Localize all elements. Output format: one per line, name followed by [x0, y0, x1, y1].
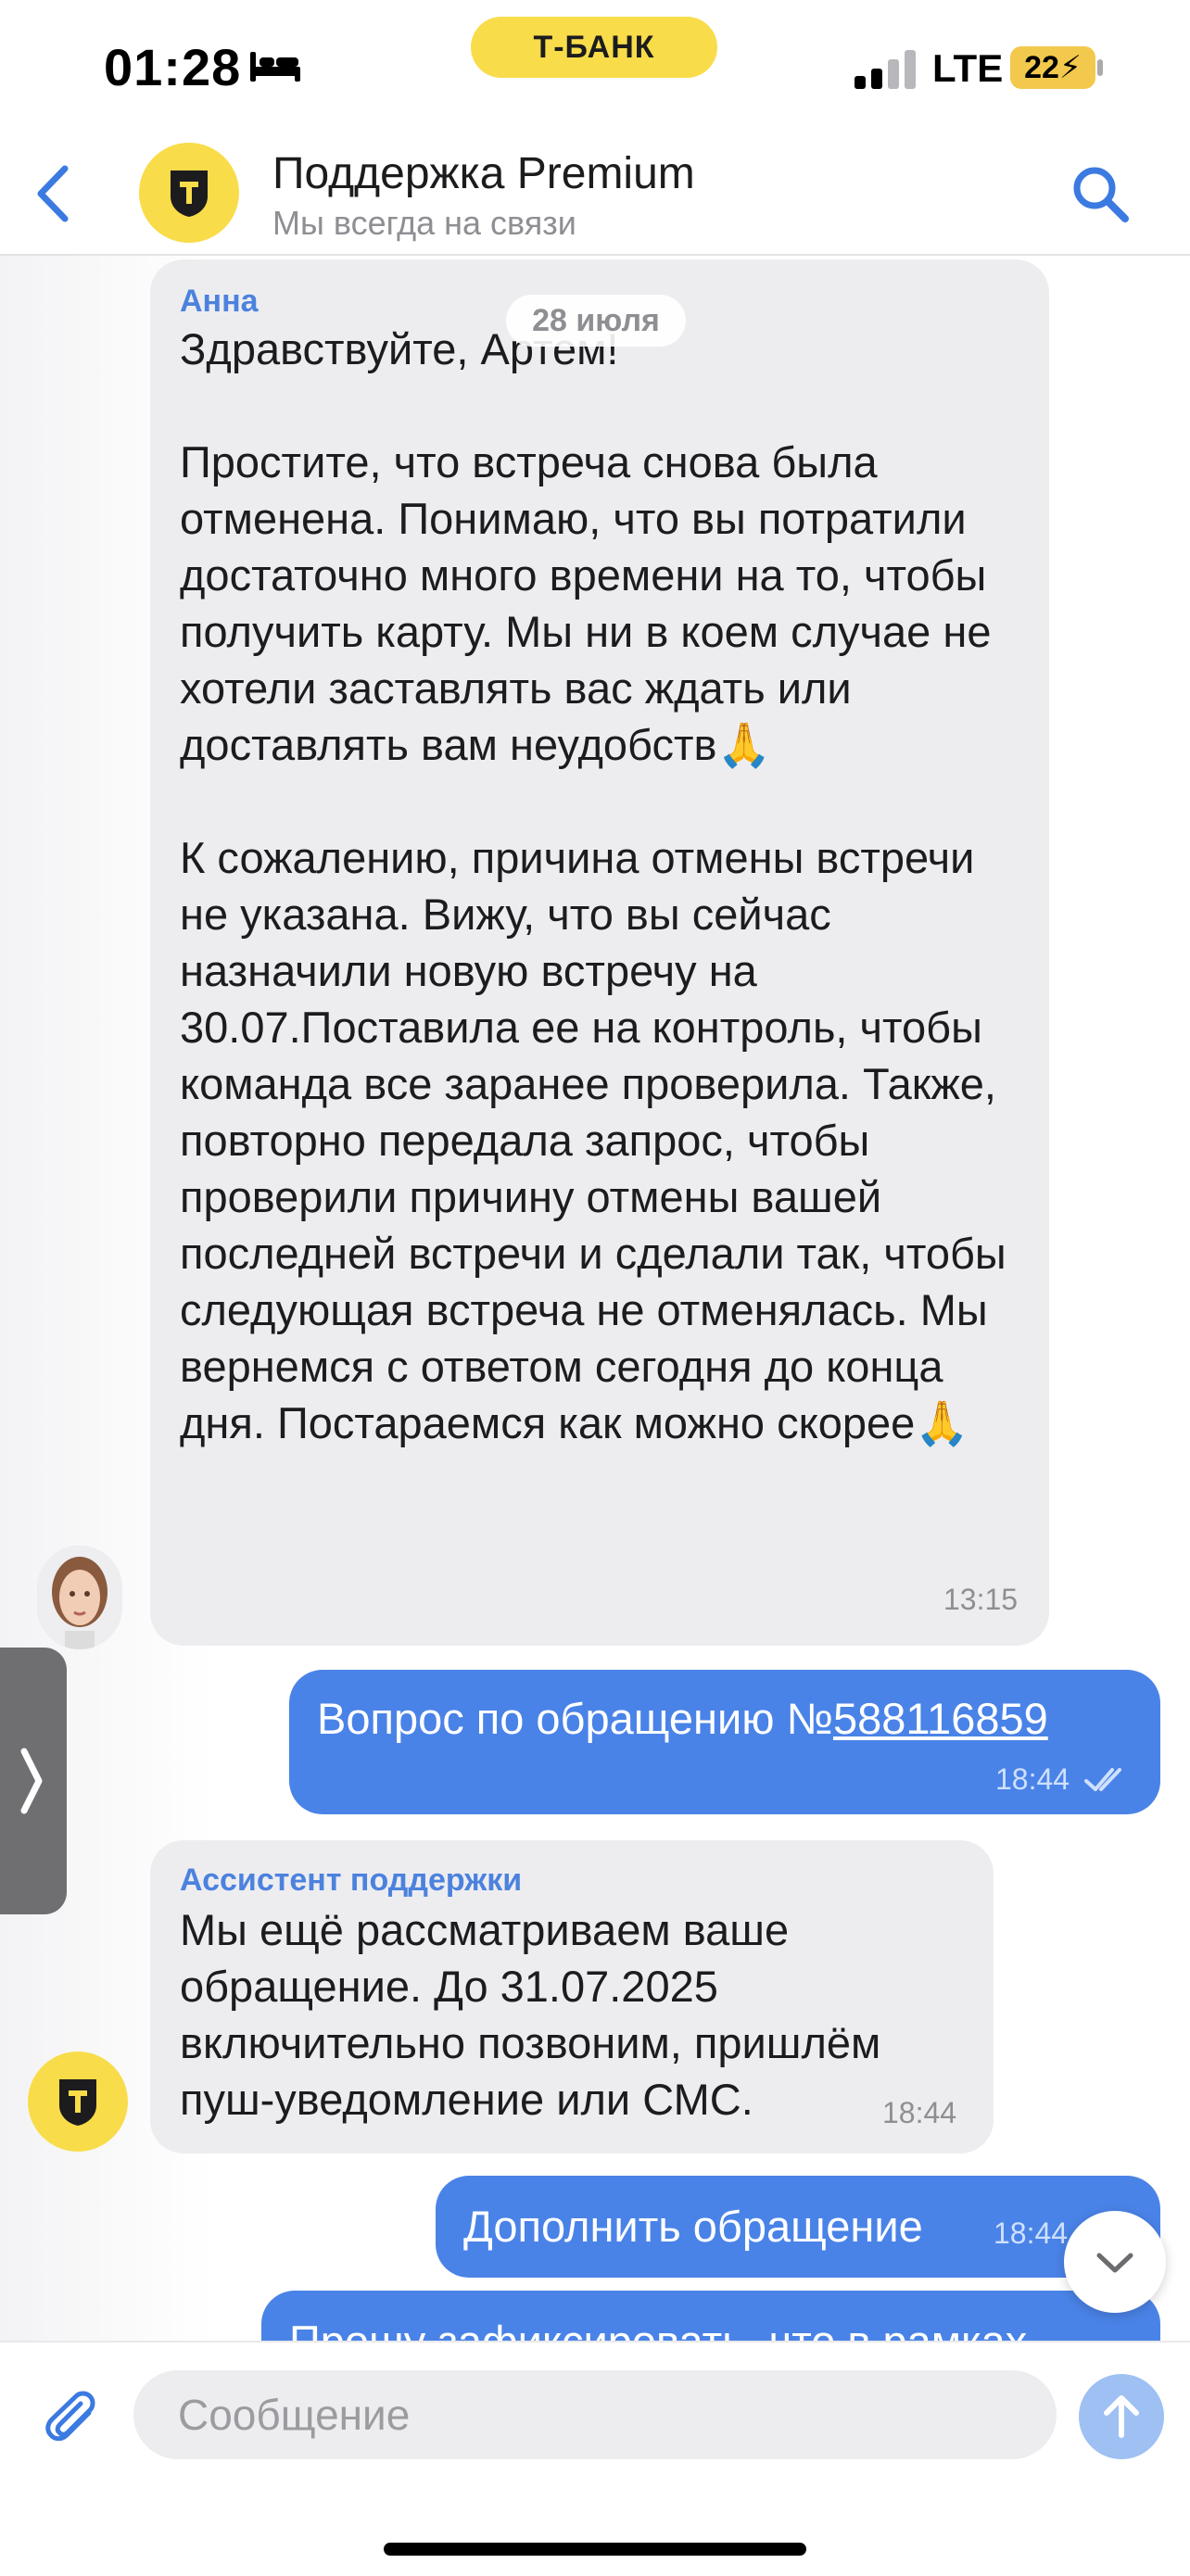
battery-level: 22 — [1024, 50, 1059, 85]
message-bubble-outgoing[interactable]: Вопрос по обращению №588116859 18:44 — [289, 1670, 1160, 1814]
message-text: Мы ещё рассматриваем ваше обращение. До … — [180, 1905, 893, 2124]
message-bubble[interactable]: Анна Здравствуйте, Артем! Простите, что … — [150, 259, 1049, 1646]
chevron-down-icon — [1096, 2253, 1133, 2273]
paperclip-icon[interactable] — [37, 2383, 104, 2450]
message-time: 18:44 — [995, 1762, 1070, 1796]
double-check-read-icon — [1084, 1768, 1121, 1791]
chat-title: Поддержка Premium — [272, 149, 695, 198]
agent-photo — [37, 1546, 122, 1649]
chevron-right-icon — [20, 1748, 43, 1814]
message-text: Вопрос по обращению №588116859 — [317, 1690, 1048, 1747]
message-sender: Анна — [180, 284, 259, 319]
message-bubble-outgoing[interactable]: Дополнить обращение 18:44 — [436, 2176, 1160, 2278]
tbank-shield-icon — [171, 170, 208, 217]
arrow-up-icon — [1104, 2395, 1139, 2438]
battery-tip — [1097, 59, 1103, 76]
side-panel-toggle[interactable] — [0, 1648, 67, 1914]
carrier-badge: Т-БАНК — [471, 17, 717, 78]
battery-indicator: 22⚡ — [1010, 46, 1095, 89]
message-text: Прошу зафиксировать, что в рамках — [289, 2313, 1027, 2341]
scroll-to-bottom-button[interactable] — [1064, 2211, 1166, 2313]
status-bar: 01:28 Т-БАНК LTE 22⚡ — [0, 0, 1190, 130]
network-type: LTE — [932, 46, 1004, 90]
message-bubble[interactable]: Ассистент поддержки Мы ещё рассматриваем… — [150, 1840, 994, 2153]
chat-messages[interactable]: Анна Здравствуйте, Артем! Простите, что … — [0, 256, 1190, 2341]
date-separator: 28 июля — [506, 295, 686, 347]
chat-header: Поддержка Premium Мы всегда на связи — [0, 130, 1190, 256]
tbank-shield-icon — [59, 2079, 96, 2126]
back-chevron-icon[interactable] — [28, 161, 80, 226]
status-time: 01:28 — [104, 38, 242, 96]
sleep-focus-icon — [250, 52, 300, 82]
ticket-number-link[interactable]: 588116859 — [833, 1694, 1048, 1743]
message-time: 18:44 — [994, 2216, 1069, 2250]
home-indicator — [384, 2543, 806, 2556]
message-text-prefix: Вопрос по обращению № — [317, 1694, 833, 1743]
send-button[interactable] — [1079, 2374, 1164, 2459]
assistant-avatar[interactable] — [28, 2052, 128, 2152]
search-icon[interactable] — [1068, 161, 1133, 226]
agent-avatar[interactable] — [37, 1546, 122, 1649]
message-text: Дополнить обращение — [463, 2202, 923, 2251]
chat-subtitle: Мы всегда на связи — [272, 204, 576, 242]
message-sender: Ассистент поддержки — [180, 1863, 523, 1898]
message-text: Здравствуйте, Артем! Простите, что встре… — [180, 324, 1006, 1447]
cellular-signal-icon — [855, 50, 916, 89]
message-time: 13:15 — [943, 1583, 1019, 1616]
message-composer — [0, 2341, 1190, 2576]
message-input[interactable] — [133, 2370, 1057, 2459]
bank-avatar[interactable] — [139, 143, 239, 243]
message-bubble-outgoing[interactable]: Прошу зафиксировать, что в рамках — [261, 2291, 1160, 2341]
message-time: 18:44 — [882, 2096, 957, 2129]
